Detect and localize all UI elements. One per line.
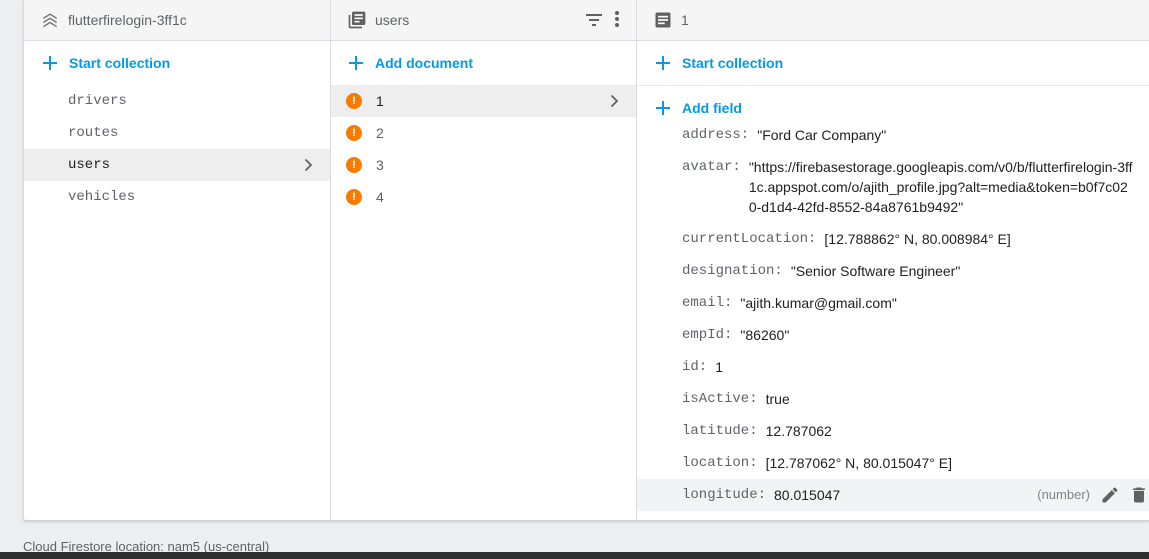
- add-field-label: Add field: [682, 100, 742, 116]
- field-value: "ajith.kumar@gmail.com": [740, 295, 897, 311]
- collection-label: routes: [68, 125, 119, 141]
- field-value: 80.015047: [774, 487, 841, 503]
- document-fields-column: 1 Start collection Add field address: "F…: [637, 0, 1149, 520]
- collection-label: drivers: [68, 93, 127, 109]
- divider: [637, 85, 1149, 86]
- field-currentLocation[interactable]: currentLocation: [12.788862° N, 80.00898…: [682, 229, 1139, 249]
- document-id: 2: [376, 125, 384, 141]
- field-email[interactable]: email: "ajith.kumar@gmail.com": [682, 293, 1139, 313]
- chevron-right-icon: [304, 158, 313, 172]
- field-latitude[interactable]: latitude: 12.787062: [682, 421, 1139, 441]
- start-collection-label: Start collection: [682, 55, 784, 71]
- field-key: longitude:: [682, 487, 767, 503]
- document-item-3[interactable]: ! 3: [331, 149, 636, 181]
- collection-header: users: [331, 0, 636, 41]
- document-header: 1: [637, 0, 1149, 41]
- collection-icon: [348, 11, 366, 29]
- warning-icon: !: [346, 189, 362, 205]
- field-value: "86260": [740, 327, 790, 343]
- chevron-right-icon: [610, 94, 619, 108]
- document-item-2[interactable]: ! 2: [331, 117, 636, 149]
- field-key: id:: [682, 359, 708, 375]
- document-icon: [655, 12, 671, 28]
- field-key: location:: [682, 455, 758, 471]
- bottom-bar: [0, 552, 1149, 559]
- field-value: [12.788862° N, 80.008984° E]: [824, 231, 1011, 247]
- collection-label: vehicles: [68, 189, 136, 205]
- plus-icon: [349, 56, 363, 70]
- collection-label: users: [68, 157, 111, 173]
- collection-item-routes[interactable]: routes: [24, 117, 330, 149]
- field-id[interactable]: id: 1: [682, 357, 1139, 377]
- field-value: 12.787062: [765, 423, 832, 439]
- add-field-button[interactable]: Add field: [653, 98, 742, 118]
- field-value: 1: [715, 359, 724, 375]
- document-id: 4: [376, 189, 384, 205]
- documents-column: users Add document ! 1 ! 2 ! 3 ! 4: [331, 0, 637, 520]
- document-item-1[interactable]: ! 1: [331, 85, 636, 117]
- document-id: 1: [376, 93, 384, 109]
- field-isActive[interactable]: isActive: true: [682, 389, 1139, 409]
- add-document-button[interactable]: Add document: [346, 53, 473, 73]
- field-value: "https://firebasestorage.googleapis.com/…: [748, 159, 1133, 215]
- field-designation[interactable]: designation: "Senior Software Engineer": [682, 261, 1139, 281]
- field-key: designation:: [682, 263, 783, 279]
- field-key: email:: [682, 295, 733, 311]
- collection-item-drivers[interactable]: drivers: [24, 85, 330, 117]
- plus-icon: [656, 56, 670, 70]
- field-empId[interactable]: empId: "86260": [682, 325, 1139, 345]
- start-collection-button[interactable]: Start collection: [40, 53, 170, 73]
- root-collections-column: flutterfirelogin-3ff1c Start collection …: [24, 0, 331, 520]
- warning-icon: !: [346, 93, 362, 109]
- more-vert-icon[interactable]: [607, 9, 627, 29]
- document-title: 1: [681, 12, 689, 28]
- field-address[interactable]: address: "Ford Car Company": [682, 125, 1139, 145]
- warning-icon: !: [346, 125, 362, 141]
- field-avatar[interactable]: avatar: "https://firebasestorage.googlea…: [682, 157, 1135, 217]
- collection-item-vehicles[interactable]: vehicles: [24, 181, 330, 213]
- field-key: avatar:: [682, 159, 741, 175]
- field-value: [12.787062° N, 80.015047° E]: [765, 455, 952, 471]
- field-key: address:: [682, 127, 750, 143]
- field-key: currentLocation:: [682, 231, 817, 247]
- plus-icon: [656, 101, 670, 115]
- document-item-4[interactable]: ! 4: [331, 181, 636, 213]
- add-document-label: Add document: [375, 55, 473, 71]
- field-key: isActive:: [682, 391, 758, 407]
- filter-icon[interactable]: [584, 10, 604, 30]
- collection-item-users[interactable]: users: [24, 149, 330, 181]
- edit-icon[interactable]: [1100, 485, 1120, 505]
- field-key: latitude:: [682, 423, 758, 439]
- project-header: flutterfirelogin-3ff1c: [24, 0, 330, 41]
- warning-icon: !: [346, 157, 362, 173]
- firestore-data-panel: flutterfirelogin-3ff1c Start collection …: [23, 0, 1149, 521]
- plus-icon: [43, 56, 57, 70]
- project-title: flutterfirelogin-3ff1c: [68, 12, 187, 28]
- start-subcollection-button[interactable]: Start collection: [653, 53, 783, 73]
- delete-icon[interactable]: [1129, 485, 1149, 505]
- field-type-label: (number): [1037, 487, 1090, 502]
- start-collection-label: Start collection: [69, 55, 171, 71]
- document-id: 3: [376, 157, 384, 173]
- field-value: true: [765, 391, 790, 407]
- project-home-icon: [43, 13, 57, 28]
- field-value: "Ford Car Company": [757, 127, 887, 143]
- field-longitude[interactable]: longitude: 80.015047: [682, 485, 1029, 505]
- field-value: "Senior Software Engineer": [790, 263, 961, 279]
- field-location[interactable]: location: [12.787062° N, 80.015047° E]: [682, 453, 1139, 473]
- field-key: empId:: [682, 327, 733, 343]
- collection-title: users: [375, 12, 410, 28]
